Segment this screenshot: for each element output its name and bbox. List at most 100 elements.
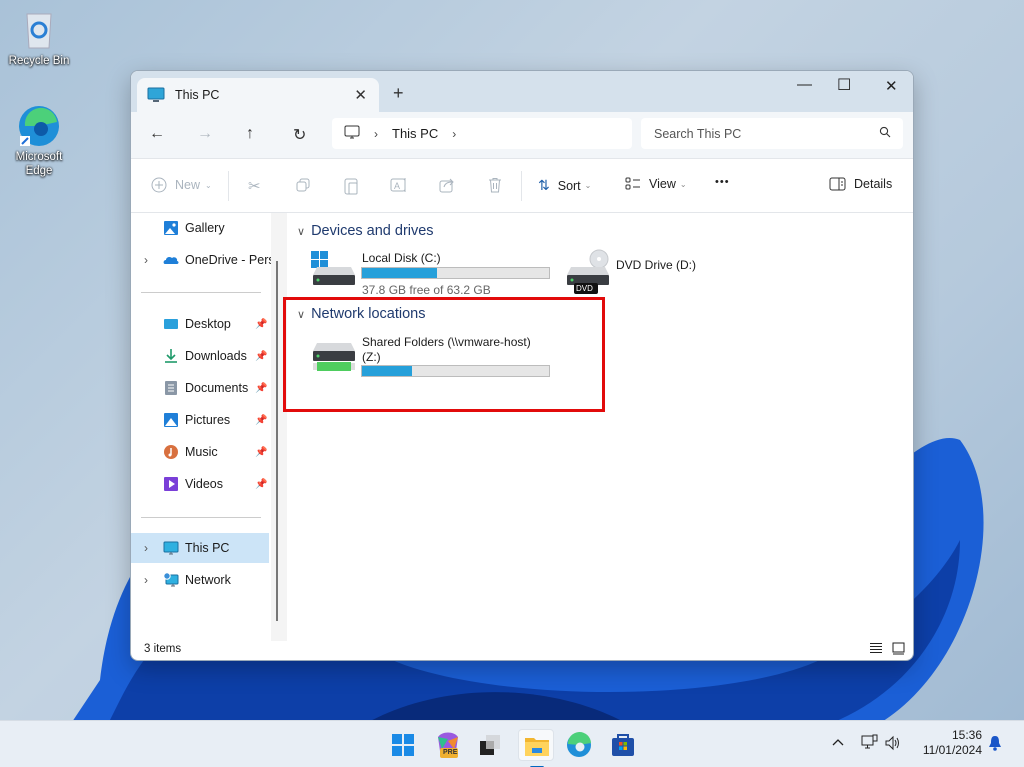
pin-icon[interactable]: 📌 [255,415,267,426]
more-options-button[interactable]: ••• [715,176,730,188]
back-button[interactable]: ← [149,125,165,143]
sidebar-item-desktop[interactable]: Desktop 📌 [131,309,269,339]
add-icon [151,177,167,193]
chevron-right-icon[interactable]: › [144,573,148,587]
cut-button[interactable]: ✂ [248,177,261,195]
tab-this-pc[interactable]: This PC ✕ [137,78,379,112]
volume-button[interactable] [884,734,902,755]
navigation-pane: Gallery › OneDrive - Personal Desktop 📌 … [131,213,279,641]
details-pane-icon [829,177,846,191]
desktop-folder-icon [163,316,179,332]
gallery-icon [163,220,179,236]
drive-dvd-d[interactable]: DVD DVD Drive (D:) [565,249,705,295]
sidebar-item-this-pc[interactable]: › This PC [131,533,269,563]
large-icons-view-button[interactable] [892,642,905,658]
view-label: View [649,177,676,191]
minimize-button[interactable]: — [797,76,812,93]
notifications-button[interactable] [988,735,1002,754]
taskbar-file-explorer[interactable] [518,729,554,767]
chevron-right-icon[interactable]: › [144,253,148,267]
sidebar-item-music[interactable]: Music 📌 [131,437,269,467]
taskbar-copilot[interactable]: PRE [432,729,464,761]
tiles-view-icon [892,642,905,655]
highlight-box [283,297,605,412]
sidebar-item-gallery[interactable]: Gallery [131,213,269,243]
toolbar-divider [228,171,229,201]
pin-icon[interactable]: 📌 [255,319,267,330]
taskbar-start[interactable] [387,729,419,761]
navigation-bar: ← → ↑ ↻ › This PC › Search This PC [131,112,913,158]
rename-button[interactable]: A [390,177,408,193]
navigation-pane-scrollbar[interactable] [276,261,278,621]
share-icon [439,178,454,193]
pin-icon[interactable]: 📌 [255,351,267,362]
sidebar-item-videos[interactable]: Videos 📌 [131,469,269,499]
sidebar-item-documents[interactable]: Documents 📌 [131,373,269,403]
details-view-button[interactable] [869,642,883,658]
windows-start-icon [392,734,414,756]
desktop-icon-edge[interactable]: Microsoft Edge [1,104,77,178]
new-button[interactable]: New ⌄ [151,177,212,193]
preview-badge: PRE [443,749,458,756]
videos-icon [163,476,179,492]
desktop-icon-recycle-bin[interactable]: Recycle Bin [1,8,77,68]
taskbar-edge[interactable] [563,729,595,761]
sidebar-divider [141,292,261,293]
show-hidden-icons-button[interactable] [832,735,844,750]
refresh-button[interactable]: ↻ [293,125,306,145]
forward-button[interactable]: → [197,125,213,143]
view-button[interactable]: View ⌄ [625,177,687,191]
section-devices-and-drives[interactable]: ∨ Devices and drives [297,223,434,239]
sort-icon: ⇅ [538,177,550,193]
desktop-icon-label: Recycle Bin [8,55,70,67]
tab-close-button[interactable]: ✕ [354,86,367,104]
svg-text:A: A [394,181,400,191]
delete-button[interactable] [487,177,503,193]
copy-button[interactable] [295,177,311,193]
chevron-right-icon[interactable]: › [144,541,148,555]
breadcrumb-chevron-icon: › [374,126,378,141]
sidebar-label: Gallery [185,221,225,235]
chevron-down-icon: ∨ [297,225,306,238]
sidebar-item-onedrive[interactable]: › OneDrive - Personal [131,245,271,275]
clock-date: 11/01/2024 [922,743,982,757]
trash-icon [489,178,501,193]
pin-icon[interactable]: 📌 [255,447,267,458]
new-label: New [175,178,201,192]
details-pane-button[interactable]: Details [829,177,892,191]
drive-name: Local Disk (C:) [362,251,441,265]
search-icon [879,126,891,141]
drive-local-disk-c[interactable]: Local Disk (C:) 37.8 GB free of 63.2 GB [311,249,555,297]
network-icon [163,572,179,588]
sidebar-item-downloads[interactable]: Downloads 📌 [131,341,269,371]
sidebar-item-network[interactable]: › Network [131,565,269,595]
paste-button[interactable] [343,177,359,195]
clock-time: 15:36 [951,728,982,742]
paste-icon [344,178,358,195]
sidebar-item-pictures[interactable]: Pictures 📌 [131,405,269,435]
dvd-badge: DVD [576,284,593,293]
breadcrumb-chevron-icon[interactable]: › [452,127,456,141]
maximize-button[interactable]: ☐ [837,75,851,95]
network-status-button[interactable] [861,734,879,755]
rename-icon: A [390,178,406,192]
address-bar[interactable]: › This PC › [332,118,632,149]
edge-icon [567,731,591,757]
search-input[interactable]: Search This PC [641,118,903,149]
sort-button[interactable]: ⇅ Sort ⌄ [538,177,591,194]
taskbar-store[interactable] [607,729,639,761]
list-view-icon [870,643,882,653]
close-window-button[interactable]: ✕ [885,77,898,95]
pin-icon[interactable]: 📌 [255,479,267,490]
taskbar-task-view[interactable] [474,729,506,761]
up-button[interactable]: ↑ [246,125,254,143]
clock-button[interactable]: 15:36 11/01/2024 [918,728,982,758]
share-button[interactable] [439,177,455,193]
command-bar: New ⌄ ✂ A ⇅ Sort ⌄ View ⌄ ••• Details [131,158,913,213]
sidebar-label: OneDrive - Personal [185,253,271,267]
breadcrumb-this-pc[interactable]: This PC [392,126,438,141]
file-explorer-icon [525,738,549,756]
new-tab-button[interactable]: + [393,83,404,104]
pin-icon[interactable]: 📌 [255,383,267,394]
section-title: Devices and drives [311,223,434,239]
